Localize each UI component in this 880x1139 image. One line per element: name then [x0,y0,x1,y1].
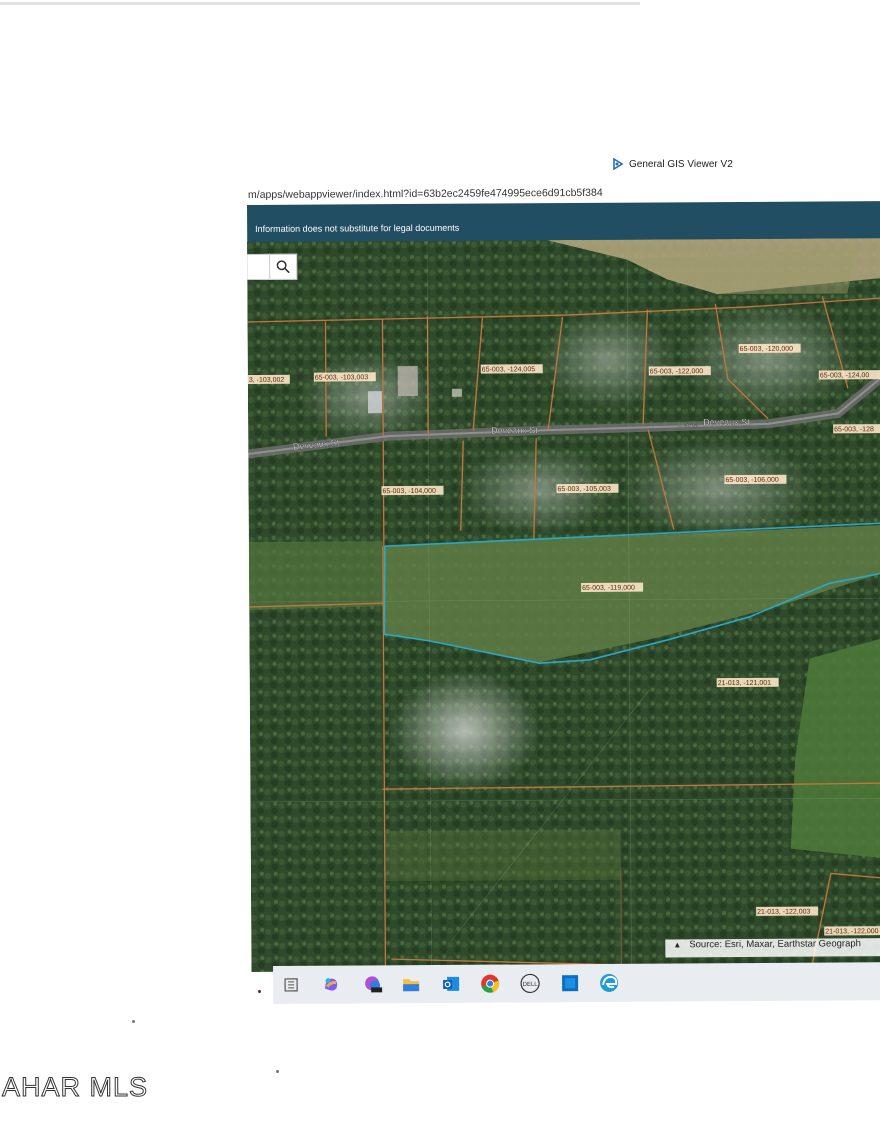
parcel-label[interactable]: 65-003, -120,000 [738,343,801,353]
search-button[interactable] [269,253,298,280]
browser-tab[interactable]: General GIS Viewer V2 [612,158,733,170]
road-label: Deveaux St [491,425,538,435]
map-attribution: ▲ Source: Esri, Maxar, Earthstar Geograph [665,938,880,958]
dell-icon[interactable]: DELL [520,973,540,994]
scan-speck [276,1070,279,1073]
magnifier-icon [276,260,290,274]
parcel-label[interactable]: 65-003, -106,000 [724,474,787,485]
svg-text:DELL: DELL [523,982,539,988]
road-label: Devea [678,422,698,429]
copilot-icon[interactable] [321,975,341,995]
outlook-icon[interactable] [441,974,461,994]
tab-title: General GIS Viewer V2 [629,158,733,170]
svg-text:65-003, -106,000: 65-003, -106,000 [725,477,778,484]
store-icon[interactable] [560,973,580,993]
parcel-label[interactable]: 65-003, -122,000 [648,366,711,376]
parcel-label[interactable]: 65-003, -103,003 [313,372,376,382]
svg-text:3, -103,002: 3, -103,002 [249,377,285,384]
parcel-label[interactable]: 65-003, -128 [833,424,880,434]
chrome-icon[interactable] [480,974,500,994]
aerial-map[interactable]: Deveaux St Deveaux St Deveaux St Devea 3… [247,238,880,972]
parcel-label[interactable]: 21-013, -122,000 [824,926,880,936]
disclaimer-banner: Information does not substitute for lega… [247,201,880,243]
edge-icon[interactable] [599,973,619,993]
map-view[interactable]: Deveaux St Deveaux St Deveaux St Devea 3… [247,238,880,972]
address-bar[interactable]: m/apps/webappviewer/index.html?id=63b2ec… [248,187,603,201]
svg-text:65-003, -120,000: 65-003, -120,000 [740,346,793,353]
gis-app-icon [613,158,624,170]
file-explorer-icon[interactable] [281,975,301,995]
svg-text:65-003, -105,003: 65-003, -105,003 [557,486,610,493]
svg-text:65-003, -124,005: 65-003, -124,005 [482,366,535,373]
svg-text:65-003, -124,00: 65-003, -124,00 [820,372,870,379]
svg-text:65-003, -103,003: 65-003, -103,003 [315,374,368,381]
parcel-label[interactable]: 65-003, -119,000 [581,582,644,592]
svg-text:65-003, -128: 65-003, -128 [834,426,874,433]
windows-taskbar: DELL [273,962,880,1004]
parcel-label[interactable]: 65-003, -124,005 [480,364,543,374]
scan-edge [0,2,640,5]
search-input[interactable] [247,253,271,280]
road-label: Deveaux St [703,417,750,427]
attribution-toggle-icon[interactable]: ▲ [665,940,689,949]
svg-text:21-013, -121,001: 21-013, -121,001 [718,680,771,687]
svg-text:65-003, -119,000: 65-003, -119,000 [582,585,635,592]
parcel-label[interactable]: 65-003, -104,000 [381,485,444,496]
banner-text: Information does not substitute for lega… [255,222,460,234]
folder-icon[interactable] [401,974,421,994]
scan-speck [258,990,261,993]
microsoft-365-icon[interactable] [363,974,383,994]
scan-speck [132,1020,135,1023]
svg-text:21-013, -122,000: 21-013, -122,000 [825,928,878,935]
svg-text:21-013, -122,003: 21-013, -122,003 [757,909,810,916]
parcel-label[interactable]: 3, -103,002 [247,374,290,384]
parcel-label[interactable]: 65-003, -105,003 [556,483,619,494]
svg-text:65-003, -104,000: 65-003, -104,000 [383,488,436,495]
parcel-label[interactable]: 21-013, -121,001 [716,677,779,688]
parcel-label[interactable]: 65-003, -124,00 [818,370,880,380]
parcel-label[interactable]: 21-013, -122,003 [756,906,819,916]
svg-text:65-003, -122,000: 65-003, -122,000 [650,368,703,375]
watermark: AHAR MLS [1,1072,149,1103]
